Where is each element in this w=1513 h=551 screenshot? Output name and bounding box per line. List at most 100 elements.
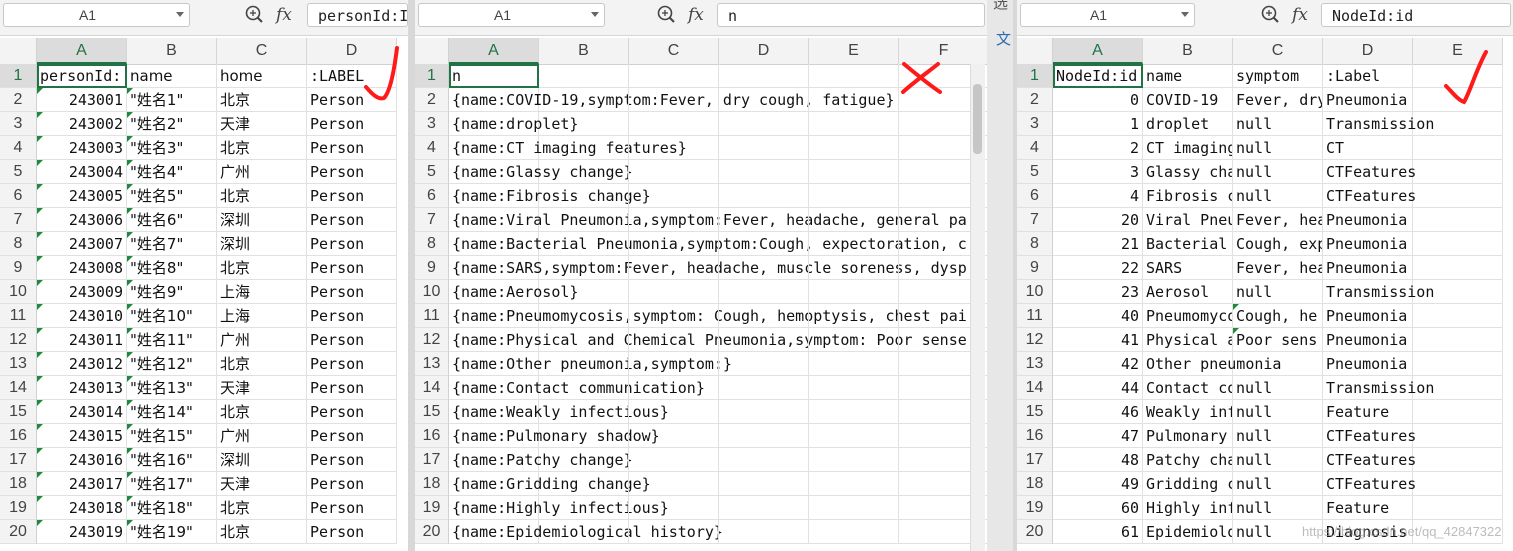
column-header-c[interactable]: C [217,38,307,64]
cell-b14[interactable]: Contact co [1143,376,1233,400]
cell-c8[interactable]: 深圳 [217,232,307,256]
cell-c12[interactable]: 广州 [217,328,307,352]
cell-e13[interactable] [809,352,899,376]
cell-b4[interactable] [539,136,629,160]
cell-d2[interactable]: Pneumonia [1323,88,1413,112]
row-header[interactable]: 2 [0,88,37,112]
row-header[interactable]: 15 [415,400,449,424]
row-header[interactable]: 12 [1017,328,1053,352]
cell-d13[interactable]: Person [307,352,397,376]
cell-a15[interactable]: 243014 [37,400,127,424]
cell-d3[interactable]: Transmission [1323,112,1434,136]
cell-e1[interactable] [1413,64,1503,88]
cell-b18[interactable] [539,472,629,496]
cell-c7[interactable]: Fever, hea [1233,208,1323,232]
cell-a5[interactable]: {name:Glassy change} [449,160,633,184]
cell-d14[interactable] [719,376,809,400]
cell-d13[interactable] [719,352,809,376]
cell-d1[interactable]: :LABEL [307,64,397,88]
cell-e9[interactable] [809,256,899,280]
cell-e19[interactable] [809,496,899,520]
cell-b7[interactable]: "姓名6" [127,208,217,232]
cell-c13[interactable] [1233,352,1323,376]
row-header[interactable]: 1 [415,64,449,88]
cell-c3[interactable] [629,112,719,136]
cell-a19[interactable]: 60 [1053,496,1143,520]
cell-c2[interactable] [629,88,719,112]
formula-input[interactable]: personId:I [307,3,408,27]
cell-c8[interactable] [629,232,719,256]
cell-d10[interactable]: Person [307,280,397,304]
cell-b10[interactable]: "姓名9" [127,280,217,304]
cell-b19[interactable]: "姓名18" [127,496,217,520]
row-header[interactable]: 4 [0,136,37,160]
cell-b18[interactable]: Gridding c [1143,472,1233,496]
cell-e10[interactable] [1413,280,1503,304]
cell-e4[interactable] [1413,136,1503,160]
row-header[interactable]: 15 [0,400,37,424]
row-header[interactable]: 3 [415,112,449,136]
cell-a18[interactable]: {name:Gridding change} [449,472,651,496]
cell-e4[interactable] [809,136,899,160]
cell-d16[interactable]: CTFeatures [1323,424,1416,448]
row-header[interactable]: 19 [1017,496,1053,520]
cell-d11[interactable]: Pneumonia [1323,304,1413,328]
row-header[interactable]: 18 [0,472,37,496]
cell-b19[interactable] [539,496,629,520]
cell-b6[interactable]: Fibrosis c [1143,184,1233,208]
cell-a8[interactable]: {name:Bacterial Pneumonia,symptom:Cough,… [449,232,967,256]
cell-c12[interactable] [629,328,719,352]
cell-d9[interactable]: Pneumonia [1323,256,1413,280]
zoom-search-icon[interactable] [1261,5,1279,23]
zoom-search-icon[interactable] [245,5,263,23]
cell-b16[interactable] [539,424,629,448]
cell-a14[interactable]: {name:Contact communication} [449,376,705,400]
cell-a13[interactable]: 42 [1053,352,1143,376]
cell-c16[interactable]: 广州 [217,424,307,448]
cell-e14[interactable] [1413,376,1503,400]
cell-b1[interactable]: name [127,64,217,88]
cell-d19[interactable] [719,496,809,520]
row-header[interactable]: 19 [415,496,449,520]
cell-d18[interactable]: Person [307,472,397,496]
cell-a12[interactable]: 41 [1053,328,1143,352]
cell-d15[interactable]: Person [307,400,397,424]
cell-e19[interactable] [1413,496,1503,520]
cell-b12[interactable]: Physical a [1143,328,1233,352]
cell-d9[interactable] [719,256,809,280]
cell-c2[interactable]: Fever, dry [1233,88,1323,112]
cell-b8[interactable]: "姓名7" [127,232,217,256]
cell-d5[interactable] [719,160,809,184]
cell-d15[interactable] [719,400,809,424]
cell-d15[interactable]: Feature [1323,400,1413,424]
row-header[interactable]: 10 [415,280,449,304]
cell-a18[interactable]: 49 [1053,472,1143,496]
cell-d18[interactable]: CTFeatures [1323,472,1416,496]
cell-a1[interactable]: personId: [37,64,127,88]
cell-c11[interactable] [629,304,719,328]
name-box[interactable]: A1 [1020,3,1195,27]
cell-c16[interactable]: null [1233,424,1323,448]
cell-b14[interactable]: "姓名13" [127,376,217,400]
cell-d6[interactable] [719,184,809,208]
cell-d13[interactable]: Pneumonia [1323,352,1413,376]
cell-e15[interactable] [1413,400,1503,424]
cell-e8[interactable] [809,232,899,256]
cell-d12[interactable] [719,328,809,352]
row-header[interactable]: 5 [0,160,37,184]
cell-a10[interactable]: 23 [1053,280,1143,304]
cell-c17[interactable]: null [1233,448,1323,472]
cell-a10[interactable]: {name:Aerosol} [449,280,578,304]
cell-a11[interactable]: 40 [1053,304,1143,328]
cell-d20[interactable]: Person [307,520,397,544]
chevron-down-icon[interactable] [1181,12,1189,17]
cell-d1[interactable]: :Label [1323,64,1413,88]
cell-a20[interactable]: {name:Epidemiological history} [449,520,723,544]
cell-c7[interactable]: 深圳 [217,208,307,232]
cell-a3[interactable]: 243002 [37,112,127,136]
cell-d19[interactable]: Person [307,496,397,520]
cell-e2[interactable] [1413,88,1503,112]
cell-e15[interactable] [809,400,899,424]
cell-b9[interactable]: "姓名8" [127,256,217,280]
cell-c14[interactable]: null [1233,376,1323,400]
